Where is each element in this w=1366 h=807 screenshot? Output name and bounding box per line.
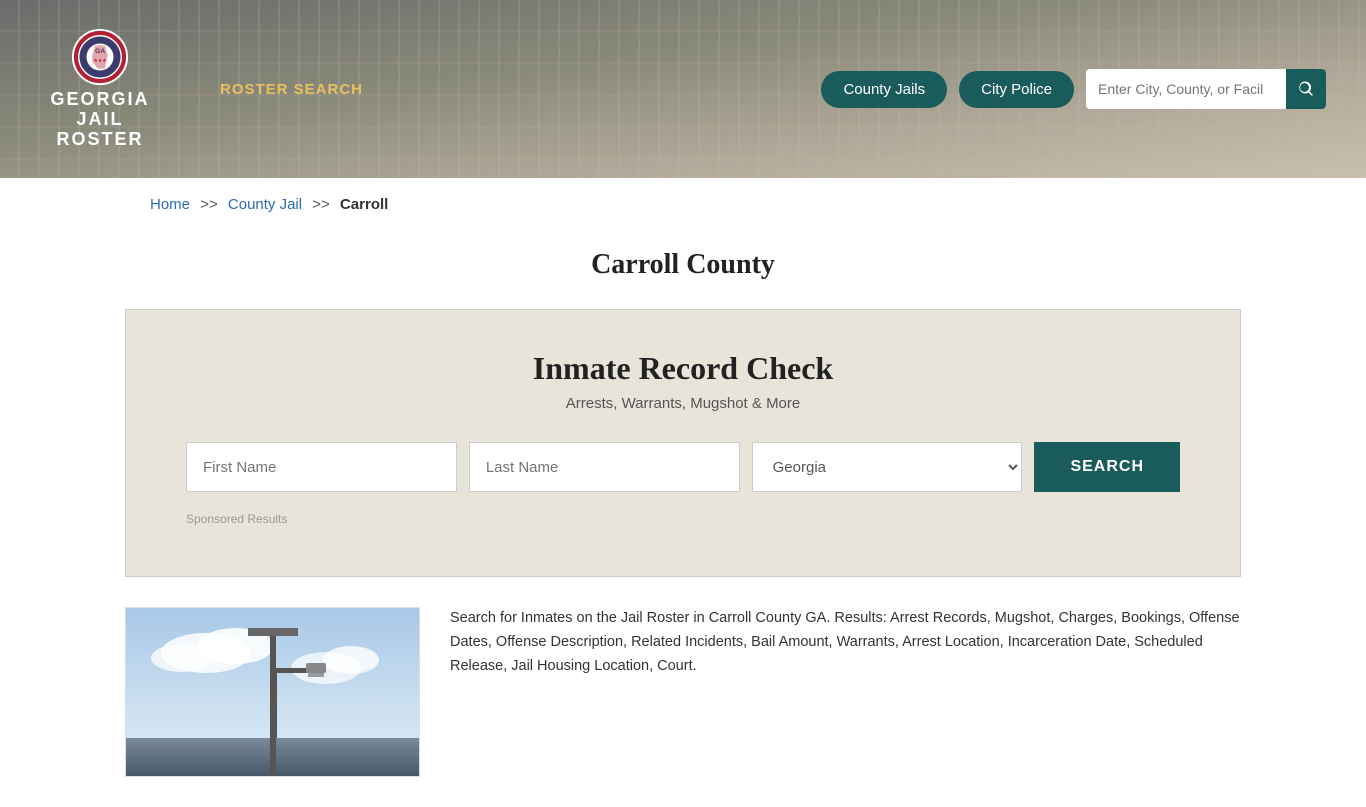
- sponsored-label: Sponsored Results: [186, 512, 1180, 526]
- last-name-input[interactable]: [469, 442, 740, 492]
- breadcrumb-current: Carroll: [340, 196, 388, 213]
- breadcrumb: Home >> County Jail >> Carroll: [0, 178, 1366, 231]
- site-logo: GA ★★★ GEORGIA JAIL ROSTER: [40, 28, 160, 149]
- georgia-seal-icon: GA ★★★: [71, 28, 129, 86]
- breadcrumb-county-jail[interactable]: County Jail: [228, 196, 302, 213]
- header-search-button[interactable]: [1286, 69, 1326, 109]
- breadcrumb-home[interactable]: Home: [150, 196, 190, 213]
- site-header: GA ★★★ GEORGIA JAIL ROSTER ROSTER SEARCH…: [0, 0, 1366, 178]
- bottom-section: Search for Inmates on the Jail Roster in…: [0, 577, 1366, 807]
- inmate-record-check-section: Inmate Record Check Arrests, Warrants, M…: [125, 309, 1241, 577]
- breadcrumb-sep1: >>: [200, 196, 218, 213]
- state-select[interactable]: AlabamaAlaskaArizonaArkansasCaliforniaCo…: [752, 442, 1023, 492]
- page-title: Carroll County: [0, 249, 1366, 281]
- record-check-subtitle: Arrests, Warrants, Mugshot & More: [186, 395, 1180, 412]
- roster-search-nav[interactable]: ROSTER SEARCH: [220, 81, 363, 98]
- county-image: [125, 607, 420, 777]
- logo-roster: ROSTER: [56, 130, 143, 150]
- breadcrumb-sep2: >>: [312, 196, 330, 213]
- record-check-heading: Inmate Record Check: [186, 350, 1180, 387]
- county-illustration: [126, 608, 420, 777]
- county-jails-button[interactable]: County Jails: [821, 71, 947, 108]
- first-name-input[interactable]: [186, 442, 457, 492]
- header-search-input[interactable]: [1086, 69, 1286, 109]
- city-police-button[interactable]: City Police: [959, 71, 1074, 108]
- header-search-bar: [1086, 69, 1326, 109]
- page-title-section: Carroll County: [0, 231, 1366, 309]
- bottom-description: Search for Inmates on the Jail Roster in…: [450, 607, 1241, 777]
- logo-georgia: GEORGIA: [50, 90, 149, 110]
- header-actions: County Jails City Police: [821, 69, 1326, 109]
- inmate-search-button[interactable]: SEARCH: [1034, 442, 1180, 492]
- logo-jail: JAIL: [76, 110, 123, 130]
- search-form-row: AlabamaAlaskaArizonaArkansasCaliforniaCo…: [186, 442, 1180, 492]
